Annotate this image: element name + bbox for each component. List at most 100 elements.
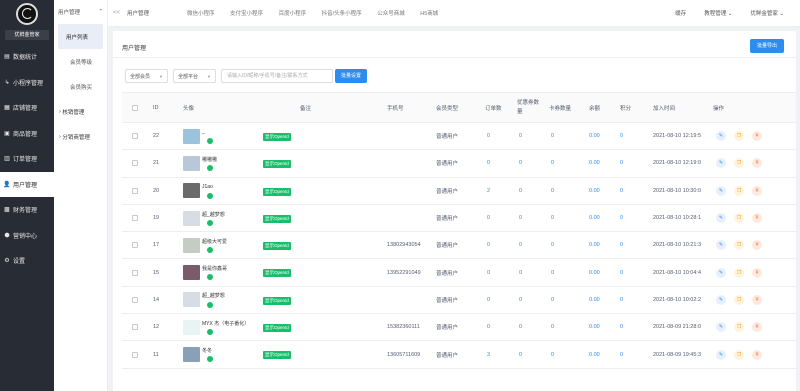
copy-icon[interactable]: ❐ — [734, 240, 744, 251]
cell-cards[interactable]: 0 — [551, 259, 554, 285]
edit-icon[interactable]: ✎ — [716, 213, 726, 224]
cell-balance[interactable]: 0.00 — [589, 205, 600, 231]
nav-douyin-miniprogram[interactable]: 抖音/头条小程序 — [322, 11, 362, 17]
coin-icon[interactable]: ¥ — [752, 322, 762, 333]
cell-balance[interactable]: 0.00 — [589, 123, 600, 149]
sidebar-item-order[interactable]: ▥ 订单管理 — [0, 146, 54, 172]
coin-icon[interactable]: ¥ — [752, 185, 762, 196]
export-button[interactable]: 批量导出 — [750, 39, 784, 53]
copy-icon[interactable]: ❐ — [734, 267, 744, 278]
cell-cards[interactable]: 0 — [551, 287, 554, 313]
edit-icon[interactable]: ✎ — [716, 240, 726, 251]
show-openid-button[interactable]: 显示OpenId — [263, 214, 291, 223]
cell-points[interactable]: 0 — [620, 150, 623, 176]
row-checkbox[interactable] — [132, 287, 138, 313]
submenu-group-verification[interactable]: › 核销管理 — [54, 99, 107, 124]
copy-icon[interactable]: ❐ — [734, 158, 744, 169]
submenu-item-member-level[interactable]: 会员等级 — [54, 49, 107, 74]
copy-icon[interactable]: ❐ — [734, 294, 744, 305]
cell-orders[interactable]: 3 — [487, 341, 490, 367]
edit-icon[interactable]: ✎ — [716, 185, 726, 196]
cell-coupons[interactable]: 0 — [519, 341, 522, 367]
coin-icon[interactable]: ¥ — [752, 213, 762, 224]
cell-orders[interactable]: 0 — [487, 123, 490, 149]
cell-coupons[interactable]: 0 — [519, 150, 522, 176]
tutorial-menu[interactable]: 教程管理 ⌄ — [704, 9, 732, 17]
edit-icon[interactable]: ✎ — [716, 131, 726, 142]
copy-icon[interactable]: ❐ — [734, 213, 744, 224]
cell-points[interactable]: 0 — [620, 123, 623, 149]
row-checkbox[interactable] — [132, 123, 138, 149]
cell-coupons[interactable]: 0 — [519, 314, 522, 340]
nav-h5-mall[interactable]: H5商城 — [420, 11, 438, 17]
sidebar-item-data[interactable]: ▤ 数据统计 — [0, 44, 54, 70]
nav-baidu-miniprogram[interactable]: 百度小程序 — [279, 11, 307, 17]
cell-cards[interactable]: 0 — [551, 205, 554, 231]
show-openid-button[interactable]: 显示OpenId — [263, 187, 291, 196]
cell-cards[interactable]: 0 — [551, 314, 554, 340]
submenu-section-user[interactable]: 用户管理 ⌃ — [54, 0, 107, 24]
submenu-group-distributor[interactable]: › 分销商管理 — [54, 124, 107, 149]
cell-coupons[interactable]: 0 — [519, 287, 522, 313]
cell-balance[interactable]: 0.00 — [589, 150, 600, 176]
coin-icon[interactable]: ¥ — [752, 158, 762, 169]
search-button[interactable]: 批量设置 — [335, 69, 368, 83]
copy-icon[interactable]: ❐ — [734, 322, 744, 333]
cell-coupons[interactable]: 0 — [519, 123, 522, 149]
cell-points[interactable]: 0 — [620, 178, 623, 204]
show-openid-button[interactable]: 显示OpenId — [263, 351, 291, 360]
row-checkbox[interactable] — [132, 341, 138, 367]
cell-points[interactable]: 0 — [620, 232, 623, 258]
coin-icon[interactable]: ¥ — [752, 349, 762, 360]
show-openid-button[interactable]: 显示OpenId — [263, 269, 291, 278]
edit-icon[interactable]: ✎ — [716, 267, 726, 278]
collapse-menu-button[interactable]: << — [108, 10, 125, 16]
cell-coupons[interactable]: 0 — [519, 178, 522, 204]
cell-orders[interactable]: 0 — [487, 205, 490, 231]
row-checkbox[interactable] — [132, 205, 138, 231]
show-openid-button[interactable]: 显示OpenId — [263, 296, 291, 305]
edit-icon[interactable]: ✎ — [716, 158, 726, 169]
sidebar-item-goods[interactable]: ▣ 商品管理 — [0, 121, 54, 147]
cell-balance[interactable]: 0.00 — [589, 287, 600, 313]
cell-coupons[interactable]: 0 — [519, 232, 522, 258]
sidebar-item-miniprogram[interactable]: ↳ 小程序管理 — [0, 70, 54, 96]
cell-points[interactable]: 0 — [620, 341, 623, 367]
cell-points[interactable]: 0 — [620, 287, 623, 313]
search-input[interactable]: 请输入ID/昵称/手机号/备注/联系方式 — [221, 69, 333, 83]
show-openid-button[interactable]: 显示OpenId — [263, 133, 291, 141]
cell-points[interactable]: 0 — [620, 205, 623, 231]
cell-coupons[interactable]: 0 — [519, 259, 522, 285]
cell-orders[interactable]: 2 — [487, 178, 490, 204]
copy-icon[interactable]: ❐ — [734, 131, 744, 142]
cell-cards[interactable]: 0 — [551, 123, 554, 149]
cell-balance[interactable]: 0.00 — [589, 259, 600, 285]
cell-cards[interactable]: 0 — [551, 150, 554, 176]
cell-points[interactable]: 0 — [620, 314, 623, 340]
sidebar-item-store[interactable]: ▦ 店铺管理 — [0, 95, 54, 121]
coin-icon[interactable]: ¥ — [752, 240, 762, 251]
brand-logo[interactable] — [16, 3, 38, 25]
select-all-checkbox[interactable] — [132, 93, 138, 122]
row-checkbox[interactable] — [132, 259, 138, 285]
member-select[interactable]: 全部会员 ▼ — [125, 69, 168, 83]
submenu-item-member-purchase[interactable]: 会员购买 — [54, 74, 107, 99]
cell-orders[interactable]: 0 — [487, 150, 490, 176]
cell-orders[interactable]: 0 — [487, 259, 490, 285]
cell-points[interactable]: 0 — [620, 259, 623, 285]
sidebar-item-user[interactable]: 👤 用户管理 — [0, 171, 54, 197]
edit-icon[interactable]: ✎ — [716, 322, 726, 333]
sidebar-item-settings[interactable]: ⚙ 设置 — [0, 248, 54, 274]
edit-icon[interactable]: ✎ — [716, 349, 726, 360]
show-openid-button[interactable]: 显示OpenId — [263, 324, 291, 333]
cell-balance[interactable]: 0.00 — [589, 314, 600, 340]
coin-icon[interactable]: ¥ — [752, 131, 762, 142]
nav-alipay-miniprogram[interactable]: 支付宝小程序 — [230, 11, 263, 17]
copy-icon[interactable]: ❐ — [734, 349, 744, 360]
nav-official-account[interactable]: 公众号商城 — [377, 11, 405, 17]
cell-cards[interactable]: 0 — [551, 232, 554, 258]
show-openid-button[interactable]: 显示OpenId — [263, 160, 291, 169]
coin-icon[interactable]: ¥ — [752, 267, 762, 278]
cell-cards[interactable]: 0 — [551, 178, 554, 204]
cell-balance[interactable]: 0.00 — [589, 232, 600, 258]
